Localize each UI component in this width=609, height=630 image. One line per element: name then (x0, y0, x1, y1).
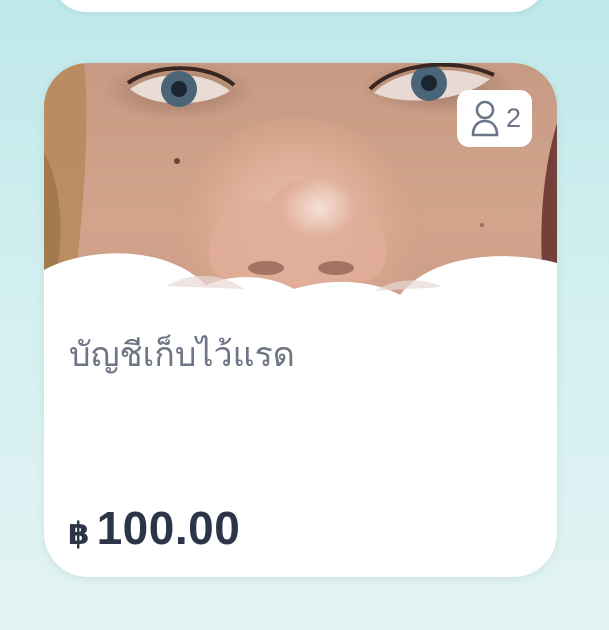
currency-symbol: ฿ (68, 516, 90, 552)
members-count: 2 (505, 103, 521, 133)
members-badge[interactable]: 2 (456, 90, 532, 147)
person-outline-icon (471, 100, 499, 136)
balance-amount: 100.00 (96, 502, 241, 554)
account-name: บัญชีเก็บไว้แรด (69, 335, 295, 375)
account-balance: ฿ 100.00 (68, 501, 240, 555)
account-card[interactable]: 2 บัญชีเก็บไว้แรด ฿ 100.00 (44, 63, 557, 577)
previous-account-card[interactable] (52, 0, 546, 12)
